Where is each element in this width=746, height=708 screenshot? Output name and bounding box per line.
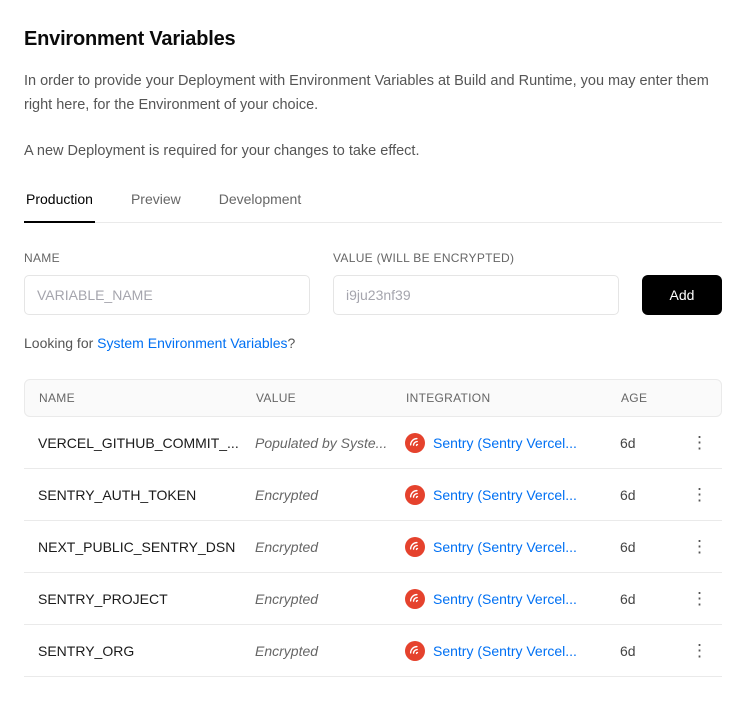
row-kebab-menu-icon[interactable]: ⋮ (670, 538, 708, 555)
variable-age: 6d (620, 591, 670, 607)
integration-link[interactable]: Sentry (Sentry Vercel... (433, 591, 577, 607)
table-row: SENTRY_ORG Encrypted Sentry (Sentry Verc… (24, 625, 722, 677)
add-button[interactable]: Add (642, 275, 722, 315)
deployment-note: A new Deployment is required for your ch… (24, 139, 712, 163)
table-row: SENTRY_AUTH_TOKEN Encrypted Sentry (Sent… (24, 469, 722, 521)
table-row: NEXT_PUBLIC_SENTRY_DSN Encrypted Sentry … (24, 521, 722, 573)
value-label: VALUE (WILL BE ENCRYPTED) (333, 251, 619, 265)
system-env-hint-suffix: ? (288, 335, 296, 351)
variable-name: SENTRY_ORG (38, 643, 255, 659)
row-kebab-menu-icon[interactable]: ⋮ (670, 486, 708, 503)
variable-value: Encrypted (255, 643, 405, 659)
variable-age: 6d (620, 487, 670, 503)
description-text: In order to provide your Deployment with… (24, 69, 712, 117)
name-label: NAME (24, 251, 310, 265)
table-row: SENTRY_PROJECT Encrypted Sentry (Sentry … (24, 573, 722, 625)
variable-name: NEXT_PUBLIC_SENTRY_DSN (38, 539, 255, 555)
table-header-row: NAME VALUE INTEGRATION AGE (24, 379, 722, 417)
system-env-hint: Looking for System Environment Variables… (24, 335, 722, 351)
variable-value: Encrypted (255, 591, 405, 607)
integration-cell: Sentry (Sentry Vercel... (405, 537, 620, 557)
name-field-group: NAME (24, 251, 310, 315)
system-env-hint-prefix: Looking for (24, 335, 97, 351)
integration-cell: Sentry (Sentry Vercel... (405, 485, 620, 505)
value-field-group: VALUE (WILL BE ENCRYPTED) (333, 251, 619, 315)
col-header-name: NAME (39, 391, 256, 405)
system-env-link[interactable]: System Environment Variables (97, 335, 287, 351)
col-header-age: AGE (621, 391, 671, 405)
add-variable-form: NAME VALUE (WILL BE ENCRYPTED) Add (24, 251, 722, 315)
variable-age: 6d (620, 643, 670, 659)
environment-variables-panel: Environment Variables In order to provid… (0, 0, 746, 708)
table-row: VERCEL_GITHUB_COMMIT_... Populated by Sy… (24, 417, 722, 469)
sentry-icon (405, 433, 425, 453)
variable-age: 6d (620, 435, 670, 451)
tab-production[interactable]: Production (24, 187, 95, 223)
tab-preview[interactable]: Preview (129, 187, 183, 222)
page-title: Environment Variables (24, 28, 722, 51)
integration-cell: Sentry (Sentry Vercel... (405, 641, 620, 661)
tab-development[interactable]: Development (217, 187, 304, 222)
integration-link[interactable]: Sentry (Sentry Vercel... (433, 643, 577, 659)
row-kebab-menu-icon[interactable]: ⋮ (670, 434, 708, 451)
variable-value-input[interactable] (333, 275, 619, 315)
integration-link[interactable]: Sentry (Sentry Vercel... (433, 539, 577, 555)
integration-cell: Sentry (Sentry Vercel... (405, 589, 620, 609)
sentry-icon (405, 537, 425, 557)
variable-value: Encrypted (255, 539, 405, 555)
variable-name: SENTRY_AUTH_TOKEN (38, 487, 255, 503)
integration-cell: Sentry (Sentry Vercel... (405, 433, 620, 453)
col-header-integration: INTEGRATION (406, 391, 621, 405)
variable-age: 6d (620, 539, 670, 555)
sentry-icon (405, 485, 425, 505)
row-kebab-menu-icon[interactable]: ⋮ (670, 590, 708, 607)
variable-name: VERCEL_GITHUB_COMMIT_... (38, 435, 255, 451)
environment-tabs: Production Preview Development (24, 187, 722, 223)
integration-link[interactable]: Sentry (Sentry Vercel... (433, 487, 577, 503)
sentry-icon (405, 589, 425, 609)
row-kebab-menu-icon[interactable]: ⋮ (670, 642, 708, 659)
sentry-icon (405, 641, 425, 661)
env-vars-table: NAME VALUE INTEGRATION AGE VERCEL_GITHUB… (24, 379, 722, 677)
variable-value: Encrypted (255, 487, 405, 503)
variable-value: Populated by Syste... (255, 435, 405, 451)
variable-name: SENTRY_PROJECT (38, 591, 255, 607)
table-body: VERCEL_GITHUB_COMMIT_... Populated by Sy… (24, 417, 722, 677)
col-header-value: VALUE (256, 391, 406, 405)
variable-name-input[interactable] (24, 275, 310, 315)
integration-link[interactable]: Sentry (Sentry Vercel... (433, 435, 577, 451)
